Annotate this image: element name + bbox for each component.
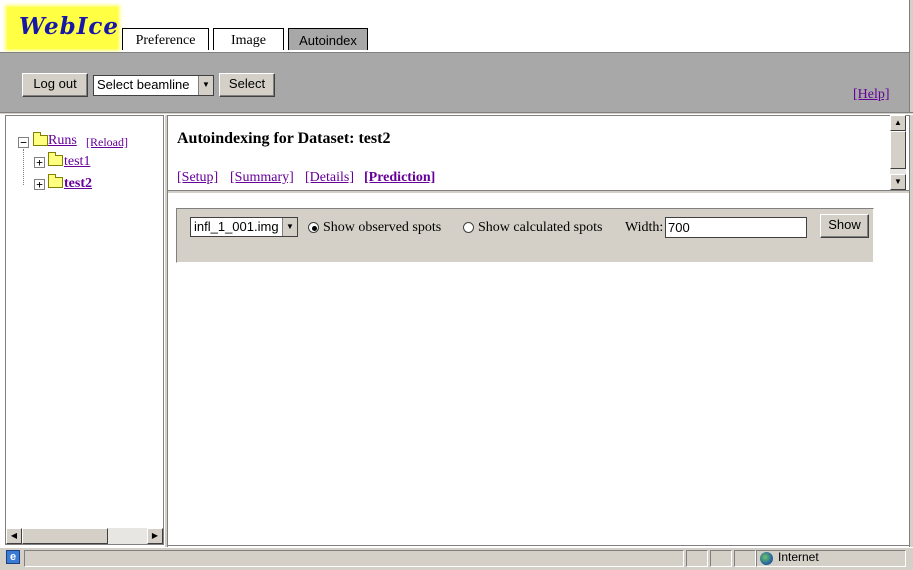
- beamline-select-value: Select beamline: [97, 77, 190, 92]
- logo-text: WebIce: [19, 13, 120, 40]
- expand-icon[interactable]: +: [34, 157, 45, 168]
- globe-icon: [760, 552, 773, 565]
- prediction-link[interactable]: [Prediction]: [364, 170, 435, 186]
- observed-spots-label: Show observed spots: [323, 220, 442, 235]
- image-select[interactable]: infl_1_001.img ▼: [190, 217, 298, 237]
- summary-link[interactable]: [Summary]: [230, 170, 294, 186]
- expand-icon[interactable]: +: [34, 179, 45, 190]
- status-pane: [734, 550, 756, 567]
- chevron-down-icon: ▼: [198, 76, 213, 95]
- folder-icon: [48, 152, 63, 166]
- tree-root-runs[interactable]: Runs: [48, 133, 77, 149]
- observed-spots-radio[interactable]: [308, 222, 319, 233]
- tab-preference[interactable]: Preference: [122, 28, 209, 50]
- header-vscroll-thumb[interactable]: [890, 131, 906, 169]
- reload-link[interactable]: [Reload]: [86, 135, 128, 150]
- zone-label: Internet: [778, 550, 819, 564]
- select-button[interactable]: Select: [219, 73, 275, 97]
- status-pane: [710, 550, 732, 567]
- page-icon: e: [6, 550, 20, 564]
- tree-hscroll-thumb[interactable]: [22, 528, 108, 544]
- window-right-edge: [909, 0, 913, 548]
- scroll-down-icon[interactable]: ▼: [890, 174, 906, 190]
- status-text-pane: [24, 550, 684, 567]
- details-link[interactable]: [Details]: [305, 170, 354, 186]
- tree-line: [23, 149, 24, 185]
- status-pane: [686, 550, 708, 567]
- webice-logo: WebIce: [7, 7, 118, 49]
- chevron-down-icon: ▼: [282, 218, 297, 236]
- page-title: Autoindexing for Dataset: test2: [177, 130, 391, 147]
- tab-autoindex[interactable]: Autoindex: [288, 28, 368, 50]
- setup-link[interactable]: [Setup]: [177, 170, 218, 186]
- image-select-value: infl_1_001.img: [194, 219, 279, 234]
- open-folder-icon: [48, 174, 63, 188]
- scroll-right-icon[interactable]: ▶: [147, 528, 163, 544]
- tree-item-test1[interactable]: test1: [64, 154, 90, 170]
- tree-item-test2[interactable]: test2: [64, 176, 92, 192]
- folder-icon: [33, 132, 48, 146]
- width-label: Width:: [625, 220, 664, 235]
- calculated-spots-radio[interactable]: [463, 222, 474, 233]
- collapse-icon[interactable]: −: [18, 137, 29, 148]
- scroll-left-icon[interactable]: ◀: [6, 528, 22, 544]
- beamline-select[interactable]: Select beamline ▼: [93, 75, 214, 96]
- width-input[interactable]: 700: [665, 217, 807, 238]
- calculated-spots-label: Show calculated spots: [478, 220, 603, 235]
- show-button[interactable]: Show: [820, 214, 869, 238]
- tab-image[interactable]: Image: [213, 28, 284, 50]
- scroll-up-icon[interactable]: ▲: [890, 115, 906, 131]
- help-link[interactable]: [Help]: [853, 87, 890, 103]
- logout-button[interactable]: Log out: [22, 73, 88, 97]
